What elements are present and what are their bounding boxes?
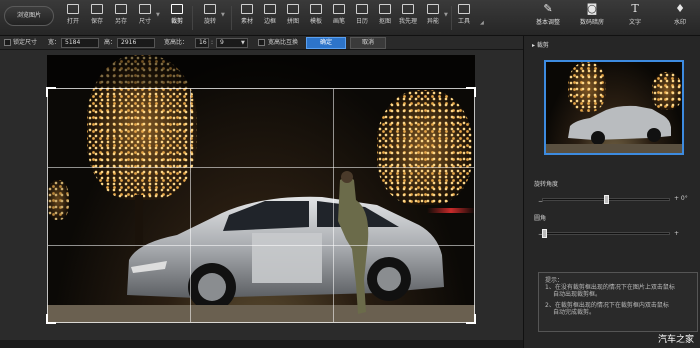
toolbar-divider bbox=[192, 6, 193, 30]
text-button[interactable]: T 文字 bbox=[615, 3, 655, 33]
save-as-button[interactable]: 另存 bbox=[110, 4, 132, 32]
canvas-horizontal-scrollbar[interactable] bbox=[0, 340, 523, 348]
aspect-ratio-label: 宽高比： bbox=[164, 39, 189, 46]
hint-line-2: 2、在裁剪框出现的情况下在裁剪框内双击鼠标 bbox=[545, 302, 669, 309]
tools-dropdown-caret[interactable]: ◢ bbox=[480, 20, 486, 26]
site-watermark: 汽车之家 bbox=[657, 335, 694, 345]
rotate-angle-label: 旋转角度 bbox=[534, 181, 559, 188]
collage-button[interactable]: 拼图 bbox=[282, 4, 304, 32]
crop-gridline bbox=[190, 89, 191, 322]
crop-gridline bbox=[333, 89, 334, 322]
width-input[interactable]: 5184 bbox=[61, 38, 99, 48]
preview-thumbnail[interactable] bbox=[544, 60, 684, 155]
crop-handle-bottom-right[interactable] bbox=[466, 314, 476, 324]
special-button[interactable]: 异能 bbox=[422, 4, 444, 32]
crop-side-panel: ▸ 裁剪 旋转角度 + 0° − 圆角 − + 提示： 1、在没有裁剪框出现的情… bbox=[523, 36, 700, 348]
hint-box: 提示： 1、在没有裁剪框出现的情况下在图片上双击鼠标 自动出现裁剪框。 2、在裁… bbox=[538, 272, 698, 332]
browse-images-button[interactable]: 浏览图片 bbox=[4, 6, 54, 26]
resize-icon bbox=[139, 4, 151, 14]
minus-icon: − bbox=[538, 231, 544, 238]
text-icon: T bbox=[631, 2, 639, 15]
toolbar-divider bbox=[231, 6, 232, 30]
thumb-car bbox=[546, 105, 682, 153]
open-button[interactable]: 打开 bbox=[62, 4, 84, 32]
special-dropdown-caret[interactable]: ▼ bbox=[444, 12, 450, 18]
crop-outside-shade bbox=[47, 55, 475, 88]
hint-line-1: 1、在没有裁剪框出现的情况下在图片上双击鼠标 bbox=[545, 284, 675, 291]
confirm-crop-button[interactable]: 确定 bbox=[306, 37, 346, 49]
rotate-angle-value: + 0° bbox=[674, 195, 688, 202]
crop-box[interactable] bbox=[47, 88, 475, 323]
minus-icon: − bbox=[538, 198, 544, 205]
crop-gridline bbox=[48, 245, 474, 246]
save-button[interactable]: 保存 bbox=[86, 4, 108, 32]
crop-gridline bbox=[48, 167, 474, 168]
resize-button[interactable]: 尺寸 bbox=[134, 4, 156, 32]
crop-icon bbox=[171, 4, 183, 14]
swap-ratio-label: 宽高比互换 bbox=[268, 39, 299, 46]
height-input[interactable]: 2916 bbox=[117, 38, 155, 48]
corner-radius-label: 圆角 bbox=[534, 215, 547, 222]
brush-icon bbox=[333, 4, 345, 14]
aspect-ratio-dropdown-icon[interactable]: ▼ bbox=[241, 39, 245, 48]
resize-dropdown-caret[interactable]: ▼ bbox=[156, 12, 162, 18]
watermark-icon: ♦ bbox=[675, 2, 685, 15]
crop-handle-top-left[interactable] bbox=[46, 87, 56, 97]
save-icon bbox=[91, 4, 103, 14]
cutout-icon bbox=[379, 4, 391, 14]
crop-handle-top-right[interactable] bbox=[466, 87, 476, 97]
width-label: 宽： bbox=[48, 39, 61, 46]
cutout-button[interactable]: 抠图 bbox=[374, 4, 396, 32]
image-canvas[interactable] bbox=[0, 50, 523, 348]
height-label: 高： bbox=[104, 39, 117, 46]
hint-line-1b: 自动出现裁剪框。 bbox=[553, 291, 602, 298]
camera-icon: ◙ bbox=[586, 2, 598, 15]
border-icon bbox=[264, 4, 276, 14]
cancel-crop-button[interactable]: 取消 bbox=[350, 37, 386, 49]
main-toolbar: 浏览图片 打开 保存 另存 尺寸 ▼ 裁剪 旋转 ▼ 素材 边框 拼图 模板 画… bbox=[0, 0, 700, 36]
aspect-ratio-separator: : bbox=[211, 39, 214, 46]
tools-button[interactable]: 工具 bbox=[453, 4, 475, 32]
toolbar-divider bbox=[451, 6, 452, 30]
manage-icon bbox=[402, 4, 414, 14]
crop-options-bar: 锁定尺寸 宽： 5184 高： 2916 宽高比： 16 : 9 ▼ 宽高比互换… bbox=[0, 36, 523, 50]
crop-handle-bottom-left[interactable] bbox=[46, 314, 56, 324]
save-as-icon bbox=[115, 4, 127, 14]
material-button[interactable]: 素材 bbox=[236, 4, 258, 32]
hint-title: 提示： bbox=[545, 277, 564, 284]
swap-ratio-checkbox[interactable] bbox=[258, 39, 265, 46]
rotate-icon bbox=[204, 4, 216, 14]
rotate-dropdown-caret[interactable]: ▼ bbox=[221, 12, 227, 18]
panel-title: ▸ 裁剪 bbox=[532, 42, 549, 49]
hint-line-2b: 自动完成裁剪。 bbox=[553, 309, 596, 316]
collage-icon bbox=[287, 4, 299, 14]
open-icon bbox=[67, 4, 79, 14]
brush-button[interactable]: 画笔 bbox=[328, 4, 350, 32]
template-icon bbox=[310, 4, 322, 14]
border-button[interactable]: 边框 bbox=[259, 4, 281, 32]
manage-button[interactable]: 我先理 bbox=[397, 4, 419, 32]
calendar-icon bbox=[356, 4, 368, 14]
calendar-button[interactable]: 日历 bbox=[351, 4, 373, 32]
crop-button[interactable]: 裁剪 bbox=[166, 4, 188, 32]
material-icon bbox=[241, 4, 253, 14]
watermark-button[interactable]: ♦ 水印 bbox=[660, 3, 700, 33]
lock-size-label: 锁定尺寸 bbox=[13, 39, 38, 46]
template-button[interactable]: 模板 bbox=[305, 4, 327, 32]
lock-size-checkbox[interactable] bbox=[4, 39, 11, 46]
special-icon bbox=[427, 4, 439, 14]
basic-adjust-button[interactable]: ✎ 基本调整 bbox=[528, 3, 568, 33]
digital-darkroom-button[interactable]: ◙ 数码暗房 bbox=[572, 3, 612, 33]
adjust-icon: ✎ bbox=[543, 2, 553, 15]
aspect-ratio-a-input[interactable]: 16 bbox=[195, 38, 209, 48]
rotate-button[interactable]: 旋转 bbox=[199, 4, 221, 32]
plus-icon: + bbox=[674, 230, 680, 237]
corner-radius-track[interactable] bbox=[542, 232, 670, 235]
rotate-angle-knob[interactable] bbox=[604, 195, 609, 204]
tools-icon bbox=[458, 4, 470, 14]
